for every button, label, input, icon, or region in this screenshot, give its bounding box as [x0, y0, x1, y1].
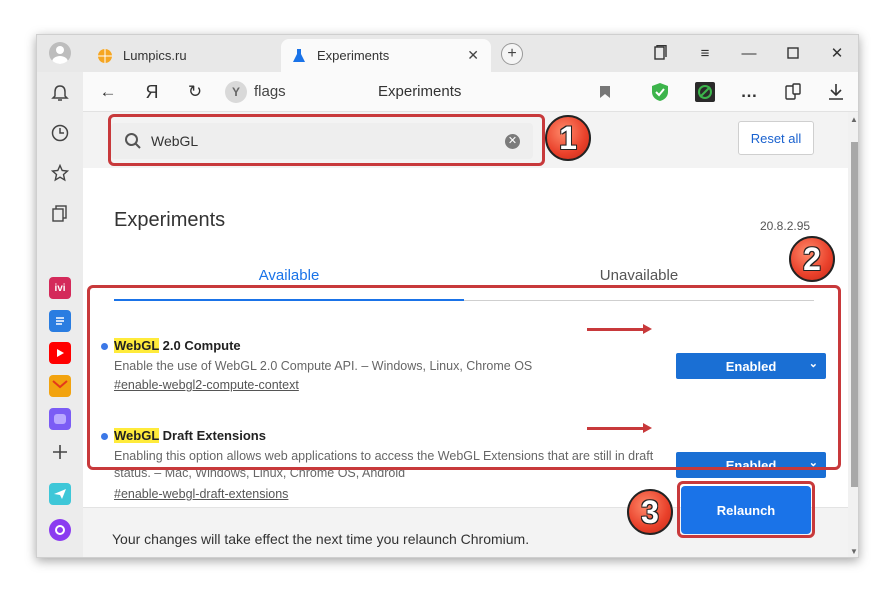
- arrow-icon: [587, 324, 652, 334]
- collections-icon[interactable]: [48, 201, 72, 225]
- add-app-icon[interactable]: [48, 440, 72, 464]
- close-tab-icon[interactable]: ✕: [467, 47, 479, 64]
- yandex-logo-icon[interactable]: Я: [140, 80, 164, 104]
- share-app-icon[interactable]: [49, 483, 71, 505]
- flask-icon: [291, 48, 307, 64]
- address-bar: ← Я ↻ Y flags Experiments …: [83, 72, 858, 112]
- step-badge-3: 3: [627, 489, 673, 535]
- tablet-mode-icon[interactable]: [781, 80, 805, 104]
- close-window-icon[interactable]: ✕: [825, 41, 849, 65]
- alice-assistant-icon[interactable]: [49, 519, 71, 541]
- menu-icon[interactable]: ≡: [693, 41, 717, 65]
- back-arrow-icon[interactable]: ←: [96, 80, 120, 104]
- ivi-app-icon[interactable]: ivi: [49, 277, 71, 299]
- extension-icon[interactable]: [693, 80, 717, 104]
- flags-callout-frame: [87, 285, 841, 470]
- messenger-app-icon[interactable]: [49, 408, 71, 430]
- reload-icon[interactable]: ↻: [183, 80, 207, 104]
- url-text[interactable]: flags: [254, 83, 286, 100]
- search-callout-frame: [108, 114, 545, 166]
- bookmarks-panel-icon[interactable]: [648, 41, 672, 65]
- shield-protect-icon[interactable]: [648, 80, 672, 104]
- arrow-icon: [587, 423, 652, 433]
- more-icon[interactable]: …: [737, 80, 761, 104]
- new-tab-button[interactable]: +: [501, 43, 523, 65]
- minimize-icon[interactable]: —: [737, 41, 761, 65]
- address-page-title: Experiments: [378, 83, 462, 100]
- tab-strip: Lumpics.ru Experiments ✕ + ≡ — ✕: [37, 35, 858, 72]
- youtube-app-icon[interactable]: [49, 342, 71, 364]
- page-title: Experiments: [114, 209, 226, 231]
- flag-link[interactable]: #enable-webgl-draft-extensions: [114, 487, 288, 501]
- scroll-down-icon[interactable]: ▼: [850, 547, 858, 556]
- vertical-scrollbar[interactable]: ▲ ▼: [848, 112, 858, 557]
- star-icon[interactable]: [48, 161, 72, 185]
- bell-icon[interactable]: [48, 81, 72, 105]
- relaunch-message: Your changes will take effect the next t…: [112, 531, 530, 547]
- scroll-up-icon[interactable]: ▲: [850, 115, 858, 124]
- relaunch-callout-frame: [677, 481, 815, 538]
- history-clock-icon[interactable]: [48, 121, 72, 145]
- download-icon[interactable]: [824, 80, 848, 104]
- step-badge-1: 1: [545, 115, 591, 161]
- sidebar: ivi: [37, 72, 83, 557]
- reset-all-button[interactable]: Reset all: [738, 121, 814, 155]
- mail-app-icon[interactable]: [49, 375, 71, 397]
- bookmark-icon[interactable]: [593, 80, 617, 104]
- scrollbar-thumb[interactable]: [851, 142, 858, 487]
- tab-label: Lumpics.ru: [123, 48, 187, 63]
- tab-lumpics[interactable]: Lumpics.ru: [87, 39, 277, 72]
- step-badge-2: 2: [789, 236, 835, 282]
- version-label: 20.8.2.95: [760, 219, 811, 233]
- tab-experiments[interactable]: Experiments ✕: [281, 39, 491, 72]
- tab-label: Experiments: [317, 48, 390, 63]
- maximize-icon[interactable]: [781, 41, 805, 65]
- docs-app-icon[interactable]: [49, 310, 71, 332]
- profile-avatar[interactable]: [49, 42, 71, 64]
- site-badge-icon[interactable]: Y: [225, 81, 247, 103]
- orange-circle-icon: [97, 48, 113, 64]
